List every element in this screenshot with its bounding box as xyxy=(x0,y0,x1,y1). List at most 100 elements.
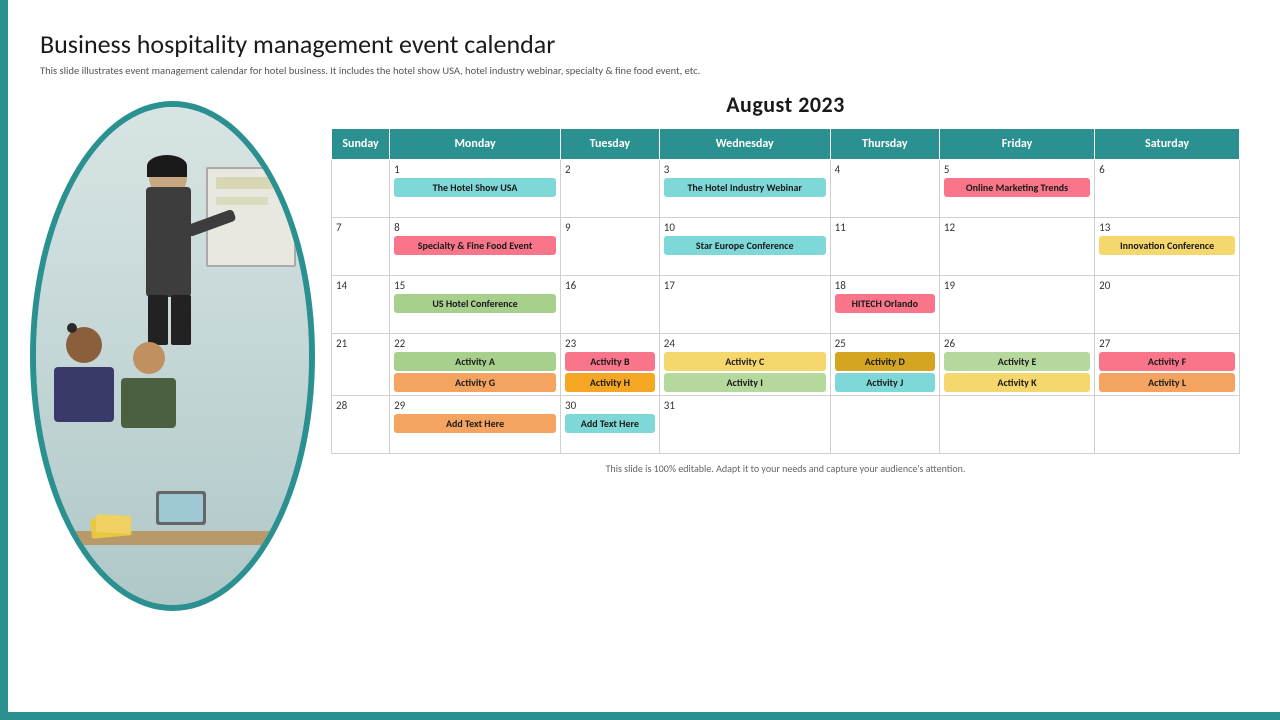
calendar-cell: 19 xyxy=(939,276,1094,334)
day-number: 14 xyxy=(336,279,385,292)
calendar-body: 1The Hotel Show USA 23 The Hotel Industry … xyxy=(332,160,1240,454)
calendar-cell: 18 HITECH Orlando xyxy=(830,276,939,334)
calendar-cell: 29Add Text Here xyxy=(390,396,561,454)
content-area: August 2023 SundayMondayTuesdayWednesday… xyxy=(40,91,1240,611)
event-badge: Innovation Conference xyxy=(1099,236,1235,255)
calendar-header-friday: Friday xyxy=(939,129,1094,160)
day-number: 21 xyxy=(336,337,385,350)
calendar-cell: 26Activity EActivity K xyxy=(939,334,1094,396)
event-badge: The Hotel Industry Webinar xyxy=(664,178,826,197)
event-badge: Activity C xyxy=(664,352,826,371)
calendar-cell: 28 xyxy=(332,396,390,454)
calendar-cell: 5 Online Marketing Trends xyxy=(939,160,1094,218)
event-badge: Activity A xyxy=(394,352,556,371)
event-badge: Activity H xyxy=(565,373,655,392)
day-number: 26 xyxy=(944,337,1090,350)
event-badge: Activity B xyxy=(565,352,655,371)
page-wrapper: Business hospitality management event ca… xyxy=(0,0,1280,720)
meeting-image xyxy=(30,101,315,611)
day-number: 1 xyxy=(394,163,556,176)
event-badge: Activity G xyxy=(394,373,556,392)
event-badge: Activity I xyxy=(664,373,826,392)
calendar-cell: 8Specialty & Fine Food Event xyxy=(390,218,561,276)
event-badge: US Hotel Conference xyxy=(394,294,556,313)
event-badge: Activity D xyxy=(835,352,935,371)
calendar-cell: 21 xyxy=(332,334,390,396)
page-subtitle: This slide illustrates event management … xyxy=(40,64,1240,77)
event-badge: Specialty & Fine Food Event xyxy=(394,236,556,255)
calendar-cell: 15 US Hotel Conference xyxy=(390,276,561,334)
day-number: 11 xyxy=(835,221,935,234)
calendar-week-row-3: 21 22 Activity A Activity G 23 Activity B Acti… xyxy=(332,334,1240,396)
calendar-cell: 7 xyxy=(332,218,390,276)
calendar-header-thursday: Thursday xyxy=(830,129,939,160)
calendar-cell: 20 xyxy=(1095,276,1240,334)
event-badge: Online Marketing Trends xyxy=(944,178,1090,197)
day-number: 3 xyxy=(664,163,826,176)
calendar-cell xyxy=(332,160,390,218)
day-number: 22 xyxy=(394,337,556,350)
calendar-cell: 17 xyxy=(659,276,830,334)
day-number: 20 xyxy=(1099,279,1235,292)
day-number: 16 xyxy=(565,279,655,292)
teal-accent-left xyxy=(0,0,8,720)
calendar-table: SundayMondayTuesdayWednesdayThursdayFrid… xyxy=(331,128,1240,454)
calendar-cell: 9 xyxy=(561,218,660,276)
calendar-month-title: August 2023 xyxy=(331,91,1240,118)
calendar-cell: 12 xyxy=(939,218,1094,276)
day-number: 4 xyxy=(835,163,935,176)
day-number: 10 xyxy=(664,221,826,234)
calendar-section: August 2023 SundayMondayTuesdayWednesday… xyxy=(331,91,1240,475)
calendar-header-row: SundayMondayTuesdayWednesdayThursdayFrid… xyxy=(332,129,1240,160)
calendar-week-row-4: 2829Add Text Here30Add Text Here31 xyxy=(332,396,1240,454)
day-number: 2 xyxy=(565,163,655,176)
calendar-cell: 3 The Hotel Industry Webinar xyxy=(659,160,830,218)
footer-note: This slide is 100% editable. Adapt it to… xyxy=(331,462,1240,475)
calendar-week-row-0: 1The Hotel Show USA 23 The Hotel Industry … xyxy=(332,160,1240,218)
page-title: Business hospitality management event ca… xyxy=(40,28,1240,60)
event-badge: Star Europe Conference xyxy=(664,236,826,255)
day-number: 23 xyxy=(565,337,655,350)
day-number: 6 xyxy=(1099,163,1235,176)
calendar-cell: 23 Activity B Activity H xyxy=(561,334,660,396)
day-number: 18 xyxy=(835,279,935,292)
event-badge: Activity K xyxy=(944,373,1090,392)
calendar-cell: 31 xyxy=(659,396,830,454)
calendar-cell: 24 Activity C Activity I xyxy=(659,334,830,396)
day-number: 31 xyxy=(664,399,826,412)
teal-accent-bottom xyxy=(0,712,1280,720)
day-number: 17 xyxy=(664,279,826,292)
event-badge: Activity L xyxy=(1099,373,1235,392)
calendar-week-row-2: 14 15 US Hotel Conference 16 17 18 HITECH Orla… xyxy=(332,276,1240,334)
day-number: 15 xyxy=(394,279,556,292)
day-number: 25 xyxy=(835,337,935,350)
day-number: 13 xyxy=(1099,221,1235,234)
day-number: 9 xyxy=(565,221,655,234)
event-badge: Add Text Here xyxy=(394,414,556,433)
calendar-cell: 16 xyxy=(561,276,660,334)
calendar-cell: 27 Activity F Activity L xyxy=(1095,334,1240,396)
calendar-cell: 4 xyxy=(830,160,939,218)
calendar-cell: 6 xyxy=(1095,160,1240,218)
calendar-cell: 25 Activity D Activity J xyxy=(830,334,939,396)
calendar-cell: 30Add Text Here xyxy=(561,396,660,454)
event-badge: Activity F xyxy=(1099,352,1235,371)
calendar-header-wednesday: Wednesday xyxy=(659,129,830,160)
day-number: 28 xyxy=(336,399,385,412)
day-number: 30 xyxy=(565,399,655,412)
calendar-header-tuesday: Tuesday xyxy=(561,129,660,160)
day-number: 5 xyxy=(944,163,1090,176)
calendar-header-monday: Monday xyxy=(390,129,561,160)
event-badge: HITECH Orlando xyxy=(835,294,935,313)
event-badge: Activity J xyxy=(835,373,935,392)
day-number: 19 xyxy=(944,279,1090,292)
calendar-cell: 22 Activity A Activity G xyxy=(390,334,561,396)
calendar-cell xyxy=(1095,396,1240,454)
calendar-cell: 1The Hotel Show USA xyxy=(390,160,561,218)
standing-person-body xyxy=(146,187,191,297)
day-number: 12 xyxy=(944,221,1090,234)
calendar-cell xyxy=(939,396,1094,454)
laptop-decoration xyxy=(156,491,206,525)
day-number: 24 xyxy=(664,337,826,350)
day-number: 27 xyxy=(1099,337,1235,350)
